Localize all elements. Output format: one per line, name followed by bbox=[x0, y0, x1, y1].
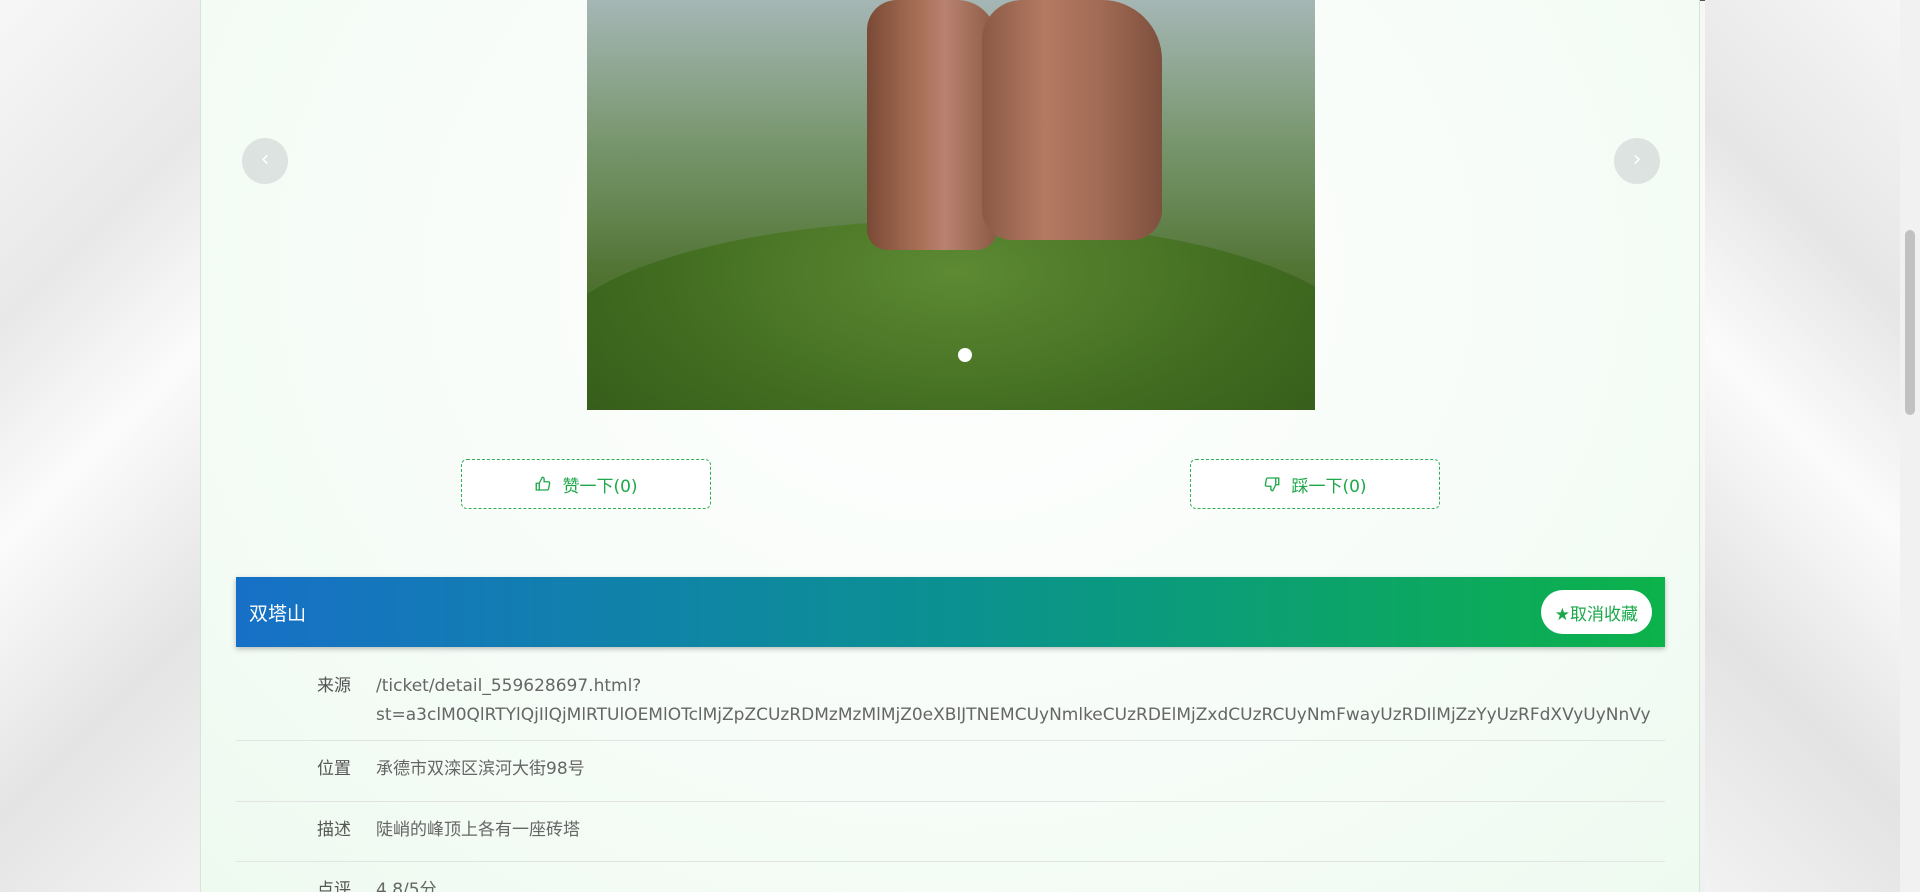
carousel-next-button[interactable]: › bbox=[1614, 138, 1660, 184]
location-label: 位置 bbox=[317, 759, 351, 779]
scrollbar-thumb[interactable] bbox=[1905, 230, 1915, 415]
rating-label: 点评 bbox=[317, 880, 351, 892]
carousel-prev-button[interactable]: ‹ bbox=[242, 138, 288, 184]
source-link-line1[interactable]: /ticket/detail_559628697.html? bbox=[376, 672, 1651, 701]
favorite-label: ★取消收藏 bbox=[1554, 604, 1638, 625]
chevron-right-icon: › bbox=[1632, 147, 1642, 172]
attraction-title-bar: 双塔山 ★取消收藏 bbox=[236, 577, 1665, 647]
attraction-title: 双塔山 bbox=[249, 602, 307, 625]
detail-panel: ‹ › 赞一下(0) 踩一下(0) 双塔山 ★取消收藏 来源 /ticket/d… bbox=[200, 0, 1700, 892]
thumbs-up-icon bbox=[536, 476, 551, 491]
detail-row-rating: 点评 4.8/5分 bbox=[236, 862, 1665, 892]
page-scrollbar[interactable] bbox=[1900, 0, 1920, 892]
location-value: 承德市双滦区滨河大街98号 bbox=[376, 759, 585, 779]
attraction-details: 来源 /ticket/detail_559628697.html? st=a3c… bbox=[236, 662, 1665, 892]
unfavorite-button[interactable]: ★取消收藏 bbox=[1540, 590, 1652, 634]
source-link-line2[interactable]: st=a3clM0QlRTYlQjIlQjMlRTUlOEMlOTclMjZpZ… bbox=[376, 701, 1651, 730]
like-label: 赞一下(0) bbox=[562, 476, 638, 497]
image-carousel: ‹ › bbox=[201, 0, 1699, 410]
dislike-button[interactable]: 踩一下(0) bbox=[1190, 459, 1440, 509]
rating-value: 4.8/5分 bbox=[376, 880, 437, 892]
source-label: 来源 bbox=[317, 676, 351, 696]
description-value: 陡峭的峰顶上各有一座砖塔 bbox=[376, 820, 580, 840]
thumbs-down-icon bbox=[1265, 477, 1280, 492]
like-button[interactable]: 赞一下(0) bbox=[461, 459, 711, 509]
detail-row-source: 来源 /ticket/detail_559628697.html? st=a3c… bbox=[236, 662, 1665, 741]
page-background-right bbox=[1705, 0, 1920, 892]
dislike-label: 踩一下(0) bbox=[1291, 476, 1367, 497]
detail-row-description: 描述 陡峭的峰顶上各有一座砖塔 bbox=[236, 802, 1665, 862]
carousel-indicator-dot[interactable] bbox=[958, 348, 972, 362]
carousel-slide-image bbox=[587, 0, 1315, 410]
chevron-left-icon: ‹ bbox=[260, 147, 270, 172]
page-background-left bbox=[0, 0, 200, 892]
detail-row-location: 位置 承德市双滦区滨河大街98号 bbox=[236, 741, 1665, 802]
description-label: 描述 bbox=[317, 820, 351, 840]
